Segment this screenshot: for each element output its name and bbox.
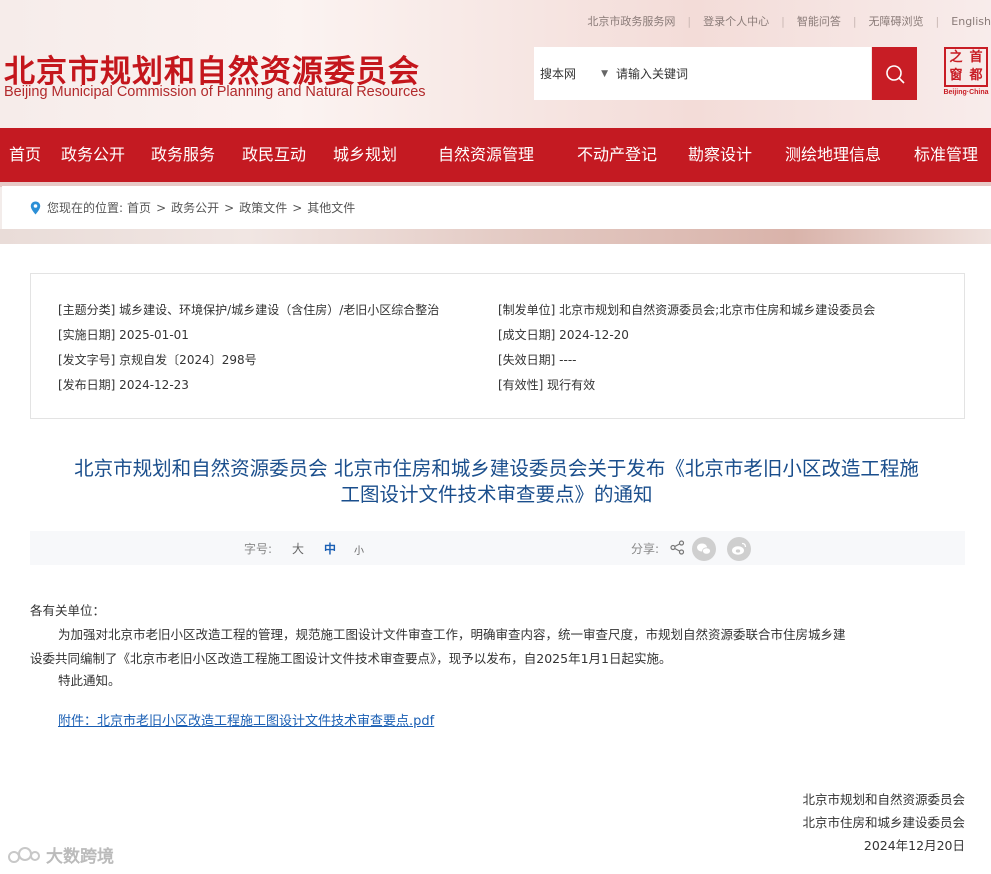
nav-item-survey-design[interactable]: 勘察设计 [688, 128, 752, 182]
meta-subject: [主题分类] 城乡建设、环境保护/城乡建设（含住房）/老旧小区综合整治 [58, 303, 440, 317]
top-link-smart-qa[interactable]: 智能问答 [785, 13, 853, 29]
closing-text: 特此通知。 [58, 673, 121, 688]
watermark: 大数跨境 [8, 842, 114, 867]
signer-1: 北京市规划和自然资源委员会 [802, 792, 965, 807]
font-size-label: 字号: [244, 542, 273, 556]
meta-issuer: [制发单位] 北京市规划和自然资源委员会;北京市住房和城乡建设委员会 [498, 303, 876, 317]
watermark-logo-icon [8, 846, 40, 863]
top-links: 北京市政务服务网 | 登录个人中心 | 智能问答 | 无障碍浏览 | Engli… [575, 12, 991, 30]
meta-publish-date: [发布日期] 2024-12-23 [58, 378, 189, 392]
nav-item-real-estate[interactable]: 不动产登记 [577, 128, 657, 182]
search-scope-select[interactable]: 搜本网 ▼ [534, 65, 616, 82]
badge-char: 之 [949, 50, 963, 65]
breadcrumb-separator: > [292, 200, 303, 215]
nav-item-gov-affairs[interactable]: 政务公开 [61, 128, 125, 182]
wechat-icon[interactable] [692, 537, 716, 565]
font-size-large[interactable]: 大 [292, 540, 304, 557]
site-logo-subtitle: Beijing Municipal Commission of Planning… [4, 84, 426, 100]
document-meta-box: [主题分类] 城乡建设、环境保护/城乡建设（含住房）/老旧小区综合整治 [制发单… [30, 273, 965, 419]
breadcrumb-other-docs[interactable]: 其他文件 [307, 199, 355, 216]
body-paragraph-line: 设委共同编制了《北京市老旧小区改造工程施工图设计文件技术审查要点》，现予以发布，… [30, 651, 672, 666]
nav-item-geo-info[interactable]: 测绘地理信息 [785, 128, 881, 182]
top-link-accessibility[interactable]: 无障碍浏览 [857, 13, 936, 29]
top-link-gov-service[interactable]: 北京市政务服务网 [575, 13, 687, 29]
breadcrumb-separator: > [224, 200, 235, 215]
nav-item-standards[interactable]: 标准管理 [914, 128, 978, 182]
nav-item-natural-resources[interactable]: 自然资源管理 [438, 128, 534, 182]
article-title-line: 工图设计文件技术审查要点》的通知 [340, 483, 653, 506]
search-input[interactable] [616, 66, 871, 81]
top-link-english[interactable]: English [939, 15, 991, 28]
top-link-login[interactable]: 登录个人中心 [691, 13, 781, 29]
breadcrumb-home[interactable]: 首页 [127, 199, 151, 216]
search-box: 搜本网 ▼ [534, 47, 871, 100]
badge-char: 都 [969, 68, 983, 83]
decorative-banner-strip [0, 229, 991, 244]
meta-doc-number: [发文字号] 京规自发〔2024〕298号 [58, 353, 257, 367]
badge-caption: Beijing·China [943, 89, 989, 96]
badge-char: 窗 [949, 68, 963, 83]
breadcrumb-prefix: 您现在的位置: [47, 201, 124, 215]
badge-emblem: 之 首 窗 都 [944, 47, 988, 87]
meta-expire-date: [失效日期] ---- [498, 353, 577, 367]
attachment-link[interactable]: 附件：北京市老旧小区改造工程施工图设计文件技术审查要点.pdf [58, 710, 434, 729]
nav-item-interaction[interactable]: 政民互动 [242, 128, 306, 182]
site-header: 北京市政务服务网 | 登录个人中心 | 智能问答 | 无障碍浏览 | Engli… [0, 0, 991, 128]
breadcrumb-gov-affairs[interactable]: 政务公开 [171, 199, 219, 216]
badge-char: 首 [969, 50, 983, 65]
font-size-medium[interactable]: 中 [324, 540, 336, 557]
article-title-line: 北京市规划和自然资源委员会 北京市住房和城乡建设委员会关于发布《北京市老旧小区改… [74, 457, 919, 480]
watermark-text: 大数跨境 [46, 847, 114, 867]
main-nav: 首页 政务公开 政务服务 政民互动 城乡规划 自然资源管理 不动产登记 勘察设计… [0, 128, 991, 182]
breadcrumb-policy-docs[interactable]: 政策文件 [239, 199, 287, 216]
font-size-small[interactable]: 小 [354, 542, 364, 557]
article-title: 北京市规划和自然资源委员会 北京市住房和城乡建设委员会关于发布《北京市老旧小区改… [24, 456, 969, 508]
signer-2: 北京市住房和城乡建设委员会 [802, 815, 965, 830]
breadcrumb: 您现在的位置: 首页 > 政务公开 > 政策文件 > 其他文件 [2, 186, 991, 229]
signature-date: 2024年12月20日 [863, 838, 965, 853]
chevron-down-icon: ▼ [601, 68, 608, 79]
weibo-icon[interactable] [727, 537, 751, 565]
breadcrumb-separator: > [156, 200, 167, 215]
article-toolbar: 字号: 大 中 小 分享: [30, 531, 965, 565]
nav-item-home[interactable]: 首页 [9, 128, 41, 182]
share-icon[interactable] [670, 540, 685, 559]
search-button[interactable] [872, 47, 917, 100]
meta-formed-date: [成文日期] 2024-12-20 [498, 328, 629, 342]
meta-validity: [有效性] 现行有效 [498, 378, 596, 392]
search-scope-label: 搜本网 [540, 67, 577, 81]
salutation: 各有关单位： [30, 603, 106, 618]
location-pin-icon [30, 201, 41, 215]
nav-item-urban-planning[interactable]: 城乡规划 [333, 128, 397, 182]
meta-effective-date: [实施日期] 2025-01-01 [58, 328, 189, 342]
share-label: 分享: [631, 542, 660, 556]
body-paragraph-line: 为加强对北京市老旧小区改造工程的管理，规范施工图设计文件审查工作，明确审查内容，… [58, 627, 846, 642]
search-icon [885, 64, 905, 84]
capital-window-badge[interactable]: 之 首 窗 都 Beijing·China [941, 47, 991, 102]
nav-item-gov-services[interactable]: 政务服务 [151, 128, 215, 182]
page: 北京市政务服务网 | 登录个人中心 | 智能问答 | 无障碍浏览 | Engli… [0, 0, 991, 874]
